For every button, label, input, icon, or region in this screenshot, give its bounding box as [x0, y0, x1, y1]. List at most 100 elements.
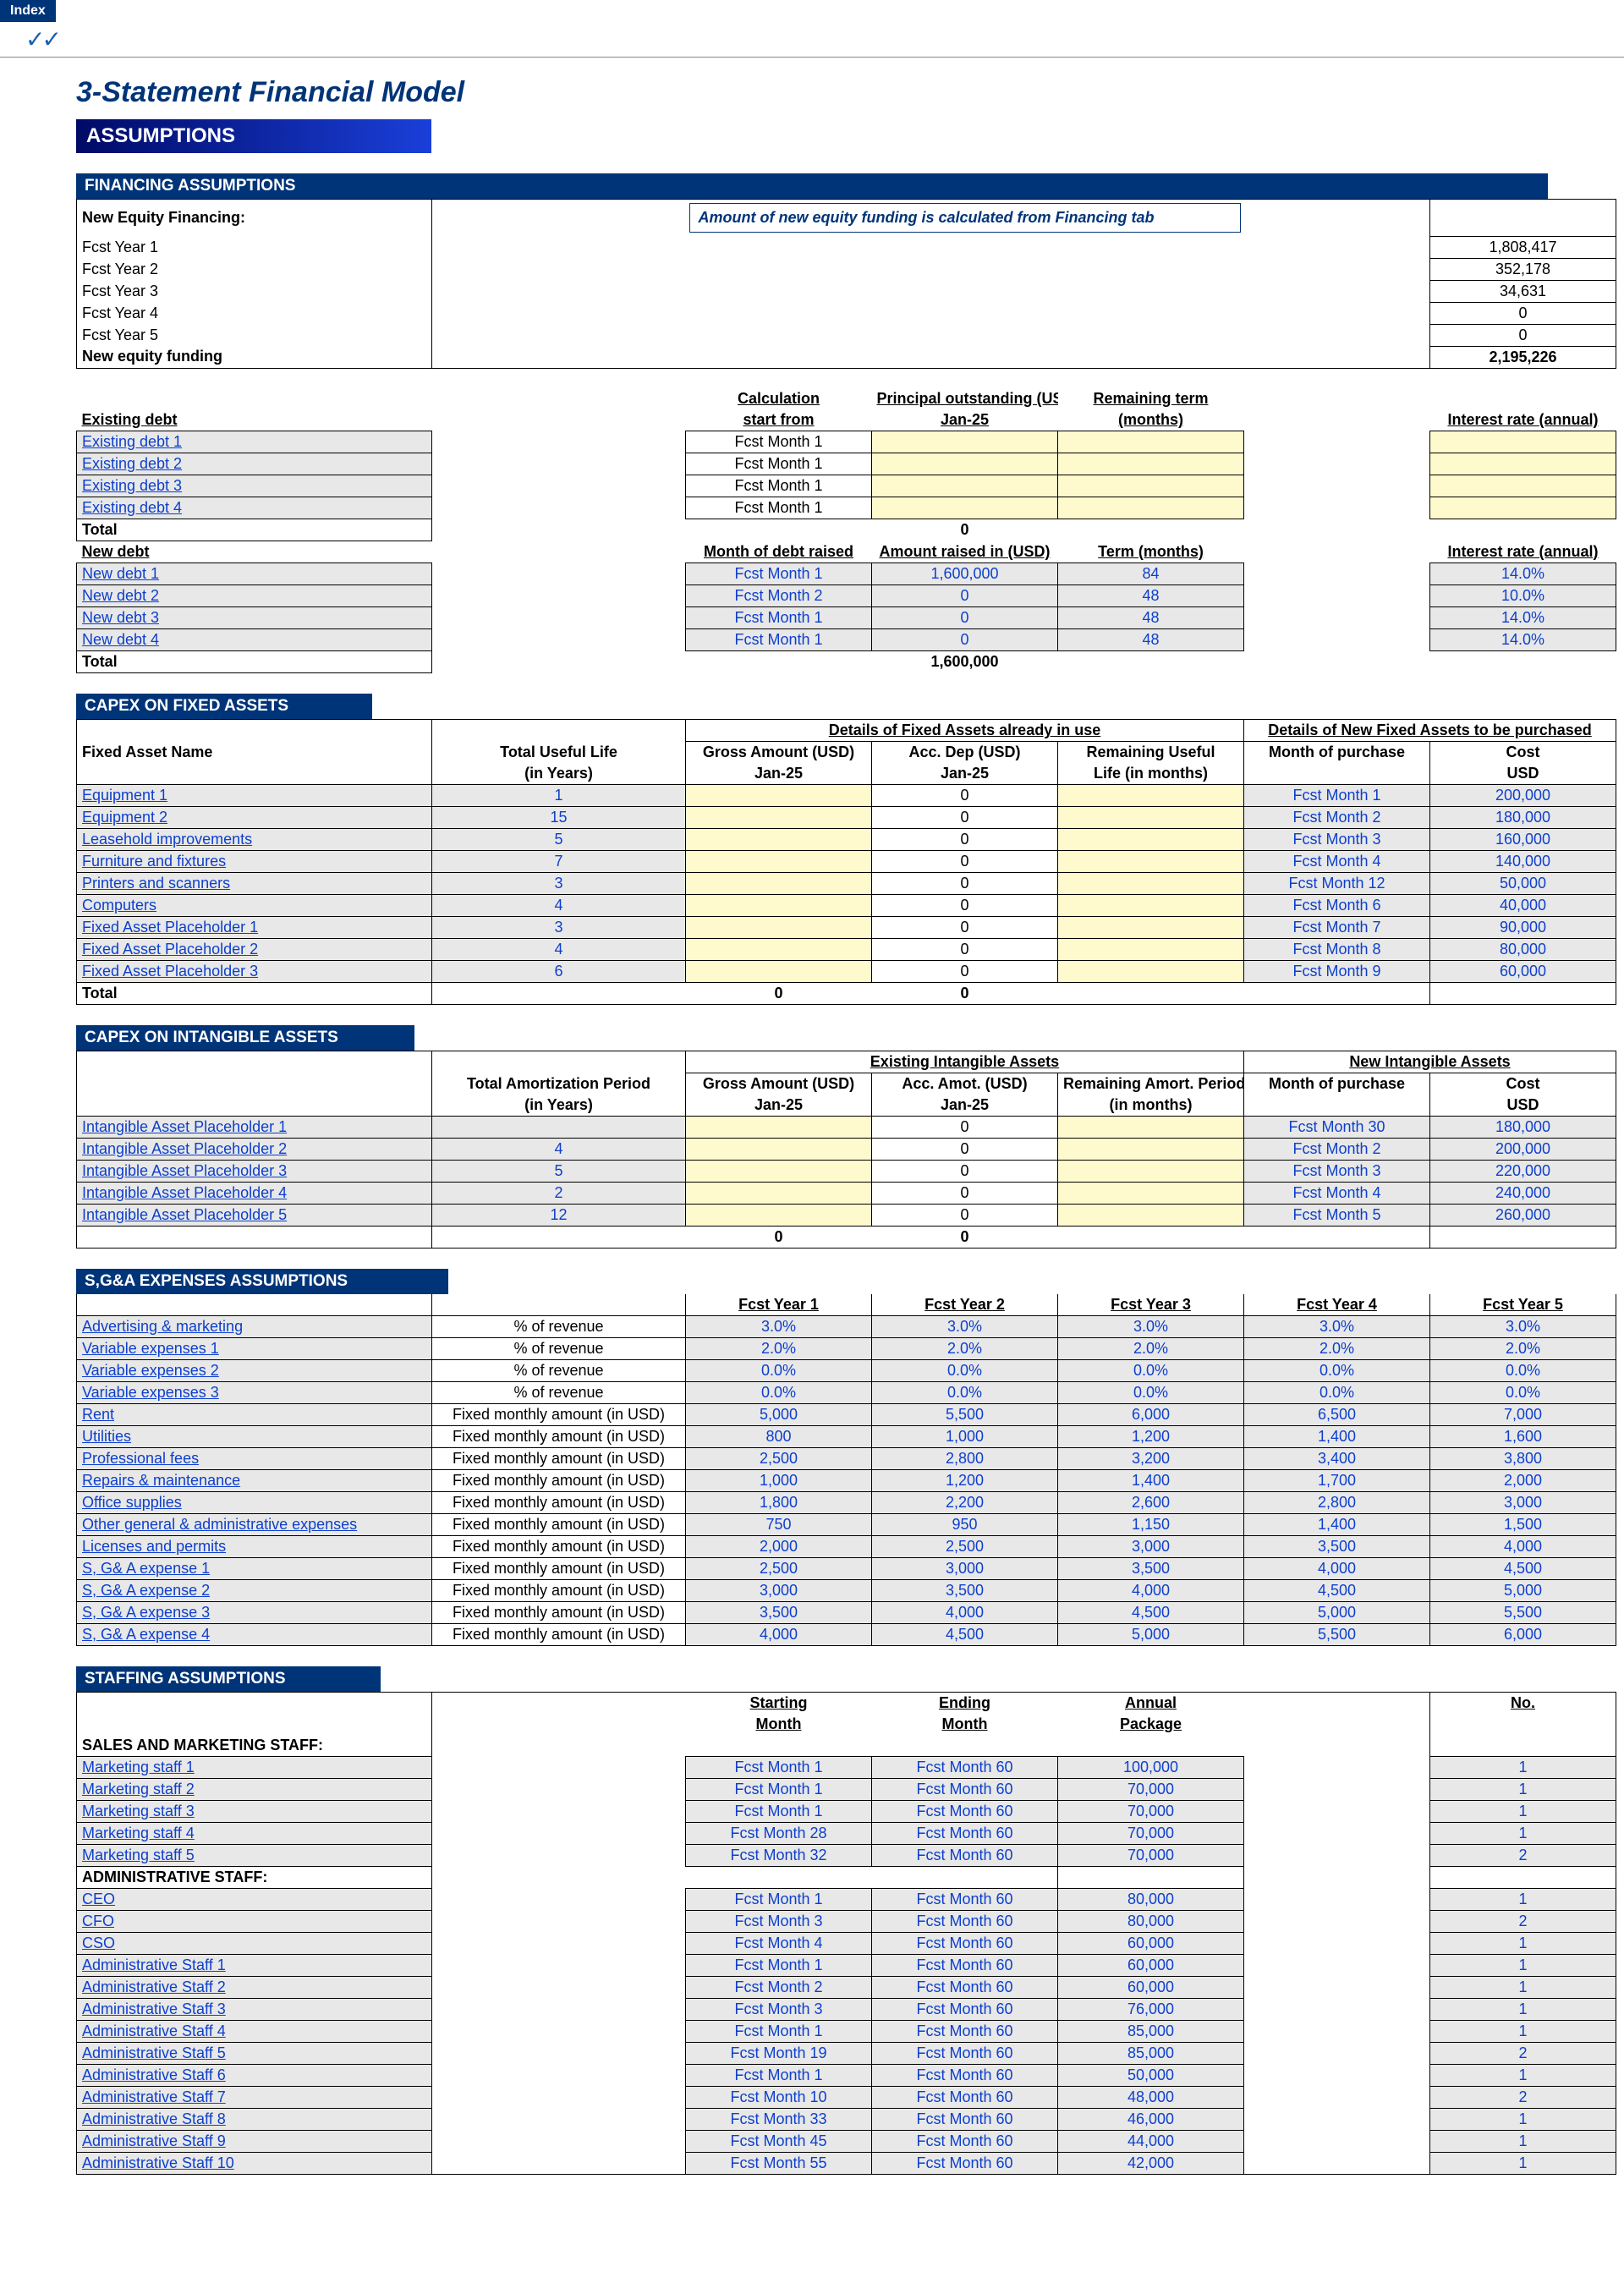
fixed-asset-name[interactable]: Computers — [77, 895, 432, 917]
sga-value[interactable]: 3.0% — [872, 1316, 1058, 1338]
staff-pkg[interactable]: 76,000 — [1058, 1999, 1244, 2021]
intangible-life[interactable]: 5 — [432, 1161, 686, 1183]
sga-value[interactable]: 3.0% — [1244, 1316, 1430, 1338]
fixed-asset-name[interactable]: Furniture and fixtures — [77, 851, 432, 873]
sga-row-name[interactable]: Repairs & maintenance — [77, 1470, 432, 1492]
new-debt-name[interactable]: New debt 2 — [77, 585, 432, 607]
staff-end[interactable]: Fcst Month 60 — [872, 1999, 1058, 2021]
sga-value[interactable]: 3,000 — [686, 1580, 872, 1602]
staff-no[interactable]: 1 — [1430, 1823, 1616, 1845]
staff-pkg[interactable]: 70,000 — [1058, 1801, 1244, 1823]
staff-start[interactable]: Fcst Month 1 — [686, 1757, 872, 1779]
sga-value[interactable]: 0.0% — [686, 1382, 872, 1404]
staff-name[interactable]: Marketing staff 5 — [77, 1845, 432, 1867]
sga-value[interactable]: 1,800 — [686, 1492, 872, 1514]
sga-value[interactable]: 1,400 — [1058, 1470, 1244, 1492]
new-debt-name[interactable]: New debt 4 — [77, 629, 432, 651]
existing-debt-term[interactable] — [1058, 431, 1244, 453]
sga-value[interactable]: 7,000 — [1430, 1404, 1616, 1426]
fixed-asset-mop[interactable]: Fcst Month 12 — [1244, 873, 1430, 895]
staff-start[interactable]: Fcst Month 1 — [686, 2065, 872, 2087]
fixed-asset-name[interactable]: Leasehold improvements — [77, 829, 432, 851]
staff-name[interactable]: Administrative Staff 10 — [77, 2153, 432, 2175]
sga-value[interactable]: 1,400 — [1244, 1514, 1430, 1536]
fixed-asset-gross[interactable] — [686, 785, 872, 807]
existing-debt-name[interactable]: Existing debt 2 — [77, 453, 432, 475]
staff-no[interactable]: 1 — [1430, 2153, 1616, 2175]
new-debt-amount[interactable]: 1,600,000 — [872, 563, 1058, 585]
sga-value[interactable]: 3,500 — [1058, 1558, 1244, 1580]
intangible-name[interactable]: Intangible Asset Placeholder 2 — [77, 1139, 432, 1161]
intangible-mop[interactable]: Fcst Month 3 — [1244, 1161, 1430, 1183]
sga-value[interactable]: 5,500 — [1430, 1602, 1616, 1624]
sga-value[interactable]: 2,800 — [872, 1448, 1058, 1470]
sga-value[interactable]: 3.0% — [1058, 1316, 1244, 1338]
new-debt-month[interactable]: Fcst Month 1 — [686, 629, 872, 651]
sga-value[interactable]: 2,000 — [1430, 1470, 1616, 1492]
fixed-asset-mop[interactable]: Fcst Month 9 — [1244, 961, 1430, 983]
fixed-asset-remain[interactable] — [1058, 807, 1244, 829]
staff-start[interactable]: Fcst Month 1 — [686, 1779, 872, 1801]
fixed-asset-gross[interactable] — [686, 851, 872, 873]
intangible-life[interactable]: 4 — [432, 1139, 686, 1161]
intangible-name[interactable]: Intangible Asset Placeholder 1 — [77, 1117, 432, 1139]
intangible-mop[interactable]: Fcst Month 30 — [1244, 1117, 1430, 1139]
intangible-remain[interactable] — [1058, 1117, 1244, 1139]
staff-pkg[interactable]: 100,000 — [1058, 1757, 1244, 1779]
intangible-cost[interactable]: 200,000 — [1430, 1139, 1616, 1161]
sga-value[interactable]: 3,500 — [1244, 1536, 1430, 1558]
index-tab[interactable]: Index — [0, 0, 56, 22]
sga-value[interactable]: 2,500 — [872, 1536, 1058, 1558]
sga-value[interactable]: 1,700 — [1244, 1470, 1430, 1492]
fixed-asset-gross[interactable] — [686, 895, 872, 917]
intangible-name[interactable]: Intangible Asset Placeholder 5 — [77, 1205, 432, 1227]
intangible-cost[interactable]: 260,000 — [1430, 1205, 1616, 1227]
sga-value[interactable]: 800 — [686, 1426, 872, 1448]
sga-row-name[interactable]: Variable expenses 1 — [77, 1338, 432, 1360]
sga-value[interactable]: 0.0% — [1430, 1382, 1616, 1404]
sga-value[interactable]: 4,000 — [1244, 1558, 1430, 1580]
existing-debt-principal[interactable] — [872, 453, 1058, 475]
fixed-asset-gross[interactable] — [686, 873, 872, 895]
fixed-asset-name[interactable]: Fixed Asset Placeholder 3 — [77, 961, 432, 983]
staff-name[interactable]: Marketing staff 1 — [77, 1757, 432, 1779]
new-debt-amount[interactable]: 0 — [872, 607, 1058, 629]
new-debt-rate[interactable]: 14.0% — [1430, 607, 1616, 629]
staff-start[interactable]: Fcst Month 55 — [686, 2153, 872, 2175]
sga-value[interactable]: 5,000 — [1244, 1602, 1430, 1624]
intangible-mop[interactable]: Fcst Month 5 — [1244, 1205, 1430, 1227]
fixed-asset-life[interactable]: 3 — [432, 873, 686, 895]
fixed-asset-mop[interactable]: Fcst Month 2 — [1244, 807, 1430, 829]
staff-no[interactable]: 1 — [1430, 1779, 1616, 1801]
fixed-asset-gross[interactable] — [686, 829, 872, 851]
staff-pkg[interactable]: 44,000 — [1058, 2131, 1244, 2153]
sga-value[interactable]: 5,500 — [1244, 1624, 1430, 1646]
staff-name[interactable]: Administrative Staff 7 — [77, 2087, 432, 2109]
intangible-remain[interactable] — [1058, 1161, 1244, 1183]
fixed-asset-name[interactable]: Printers and scanners — [77, 873, 432, 895]
staff-name[interactable]: Marketing staff 4 — [77, 1823, 432, 1845]
fixed-asset-mop[interactable]: Fcst Month 7 — [1244, 917, 1430, 939]
fixed-asset-remain[interactable] — [1058, 939, 1244, 961]
fixed-asset-name[interactable]: Fixed Asset Placeholder 1 — [77, 917, 432, 939]
intangible-remain[interactable] — [1058, 1183, 1244, 1205]
staff-end[interactable]: Fcst Month 60 — [872, 1889, 1058, 1911]
staff-no[interactable]: 2 — [1430, 2087, 1616, 2109]
sga-value[interactable]: 3,000 — [1430, 1492, 1616, 1514]
new-debt-amount[interactable]: 0 — [872, 585, 1058, 607]
fixed-asset-cost[interactable]: 80,000 — [1430, 939, 1616, 961]
sga-value[interactable]: 1,600 — [1430, 1426, 1616, 1448]
fixed-asset-mop[interactable]: Fcst Month 1 — [1244, 785, 1430, 807]
existing-debt-name[interactable]: Existing debt 1 — [77, 431, 432, 453]
intangible-name[interactable]: Intangible Asset Placeholder 3 — [77, 1161, 432, 1183]
staff-end[interactable]: Fcst Month 60 — [872, 1757, 1058, 1779]
intangible-life[interactable]: 12 — [432, 1205, 686, 1227]
staff-start[interactable]: Fcst Month 2 — [686, 1977, 872, 1999]
sga-value[interactable]: 4,000 — [1430, 1536, 1616, 1558]
sga-row-name[interactable]: S, G& A expense 1 — [77, 1558, 432, 1580]
staff-pkg[interactable]: 60,000 — [1058, 1977, 1244, 1999]
staff-end[interactable]: Fcst Month 60 — [872, 2065, 1058, 2087]
new-debt-term[interactable]: 48 — [1058, 607, 1244, 629]
staff-name[interactable]: CSO — [77, 1933, 432, 1955]
sga-row-name[interactable]: Rent — [77, 1404, 432, 1426]
